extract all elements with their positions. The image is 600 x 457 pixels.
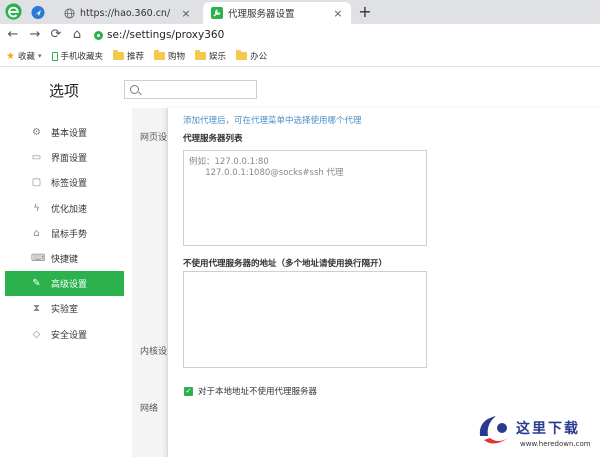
proxy-hint-text: 添加代理后，可在代理菜单中选择使用哪个代理 (183, 116, 362, 126)
watermark: 这里下载 www.heredown.com (468, 404, 598, 456)
sidebar-item-advanced[interactable]: ✎ 高级设置 (5, 271, 124, 297)
watermark-logo-icon (479, 416, 508, 444)
secure-page-icon (94, 30, 103, 40)
lightning-icon: ϟ (33, 202, 40, 214)
folder-icon (154, 50, 166, 60)
sidebar-item-interface[interactable]: ▭ 界面设置 (0, 145, 127, 170)
section-label-webpage: 网页设 (140, 133, 167, 143)
sidebar-item-label: 优化加速 (51, 204, 88, 215)
gear-icon: ⚙ (32, 127, 41, 138)
sidebar-item-label: 基本设置 (51, 129, 88, 140)
reload-icon[interactable]: ⟳ (48, 27, 64, 43)
page-title: 选项 (49, 82, 80, 100)
bookmark-label: 购物 (168, 52, 186, 62)
folder-icon (113, 50, 125, 60)
local-bypass-label: 对于本地地址不使用代理服务器 (198, 387, 318, 397)
watermark-url: www.heredown.com (520, 440, 591, 448)
tab-strip: https://hao.360.cn/ × 代理服务器设置 × + (0, 0, 600, 24)
settings-search[interactable] (124, 80, 257, 99)
back-icon[interactable]: ← (5, 27, 21, 43)
bookmark-label: 手机收藏夹 (60, 52, 104, 62)
tab-hao360[interactable]: https://hao.360.cn/ × (55, 2, 199, 24)
section-label-network: 网络 (140, 404, 159, 414)
folder-icon (236, 50, 248, 60)
sidebar-item-mouse-gestures[interactable]: ⌂ 鼠标手势 (0, 221, 127, 246)
checkbox-checked-icon[interactable]: ✓ (184, 386, 193, 396)
sidebar-item-shortcuts[interactable]: ⌨ 快捷键 (0, 246, 127, 271)
sidebar-item-lab[interactable]: ⧗ 实验室 (0, 296, 127, 321)
sidebar-item-label: 标签设置 (51, 179, 88, 190)
settings-page: 选项 ⚙ 基本设置 ▭ 界面设置 ▢ 标签设置 ϟ 优化加速 ⌂ 鼠标手势 ⌨ … (0, 68, 600, 457)
wrench-favicon-icon (211, 7, 223, 19)
sidebar-item-label: 实验室 (51, 305, 79, 316)
sidebar-item-optimize[interactable]: ϟ 优化加速 (0, 196, 127, 221)
phone-icon (51, 51, 58, 61)
bypass-list-textarea[interactable] (183, 271, 427, 368)
bookmark-label: 推荐 (127, 52, 145, 62)
sidebar-item-label: 安全设置 (51, 330, 88, 341)
pinned-tab-send-icon[interactable] (28, 4, 48, 21)
bookmarks-bar: ★ 收藏 ▾ 手机收藏夹 推荐 购物 娱乐 办公 (0, 46, 600, 67)
folder-icon (195, 50, 207, 60)
close-tab-icon[interactable]: × (179, 7, 193, 20)
sidebar-item-tabs[interactable]: ▢ 标签设置 (0, 170, 127, 195)
wrench-icon: ✎ (32, 278, 41, 290)
forward-icon[interactable]: → (27, 27, 43, 43)
sidebar-item-security[interactable]: ◇ 安全设置 (0, 322, 127, 347)
tab-icon: ▢ (31, 177, 42, 189)
search-icon (130, 85, 139, 94)
sidebar-item-label: 快捷键 (51, 255, 79, 266)
bookmark-folder-office[interactable]: 办公 (236, 50, 267, 62)
bookmark-label: 办公 (250, 52, 268, 62)
section-label-kernel: 内核设 (140, 347, 167, 357)
sidebar-item-label: 鼠标手势 (51, 229, 88, 240)
address-text: se://settings/proxy360 (107, 29, 225, 41)
proxy-list-label: 代理服务器列表 (183, 134, 243, 144)
globe-icon (63, 7, 75, 19)
toolbar: ← → ⟳ ⌂ se://settings/proxy360 (0, 24, 600, 46)
local-bypass-option[interactable]: ✓ 对于本地地址不使用代理服务器 (184, 385, 317, 397)
bookmark-favorites[interactable]: ★ 收藏 ▾ (6, 50, 42, 63)
sidebar-item-label: 高级设置 (51, 280, 88, 291)
shield-icon: ◇ (32, 328, 41, 340)
bypass-list-label: 不使用代理服务器的地址（多个地址请使用换行隔开） (183, 259, 388, 269)
flask-icon: ⧗ (32, 303, 41, 315)
sidebar-item-basic[interactable]: ⚙ 基本设置 (0, 120, 127, 145)
bookmark-label: 收藏 (17, 52, 35, 62)
close-tab-icon[interactable]: × (331, 7, 345, 20)
tab-title: 代理服务器设置 (228, 9, 295, 20)
sidebar-item-label: 界面设置 (51, 154, 88, 165)
browser-logo-icon[interactable] (4, 2, 23, 21)
tab-proxy-settings[interactable]: 代理服务器设置 × (203, 2, 351, 24)
keyboard-icon: ⌨ (31, 252, 46, 264)
settings-sidebar: ⚙ 基本设置 ▭ 界面设置 ▢ 标签设置 ϟ 优化加速 ⌂ 鼠标手势 ⌨ 快捷键… (0, 120, 127, 347)
address-bar[interactable]: se://settings/proxy360 (94, 26, 594, 44)
bookmark-folder-recommend[interactable]: 推荐 (113, 50, 144, 62)
bookmark-folder-shopping[interactable]: 购物 (154, 50, 185, 62)
star-icon: ★ (6, 50, 15, 62)
new-tab-button[interactable]: + (357, 3, 373, 21)
tab-title: https://hao.360.cn/ (80, 7, 171, 19)
window-icon: ▭ (31, 152, 42, 164)
chevron-down-icon: ▾ (37, 52, 42, 60)
home-icon[interactable]: ⌂ (69, 27, 85, 43)
proxy-list-textarea[interactable]: 例如：127.0.0.1:80 127.0.0.1:1080@socks#ssh… (183, 150, 427, 246)
search-input[interactable] (143, 81, 253, 98)
bookmark-folder-entertainment[interactable]: 娱乐 (195, 50, 226, 62)
mouse-icon: ⌂ (33, 227, 40, 239)
bookmark-mobile-favorites[interactable]: 手机收藏夹 (51, 50, 104, 62)
bookmark-label: 娱乐 (209, 52, 227, 62)
watermark-title: 这里下载 (516, 421, 580, 437)
